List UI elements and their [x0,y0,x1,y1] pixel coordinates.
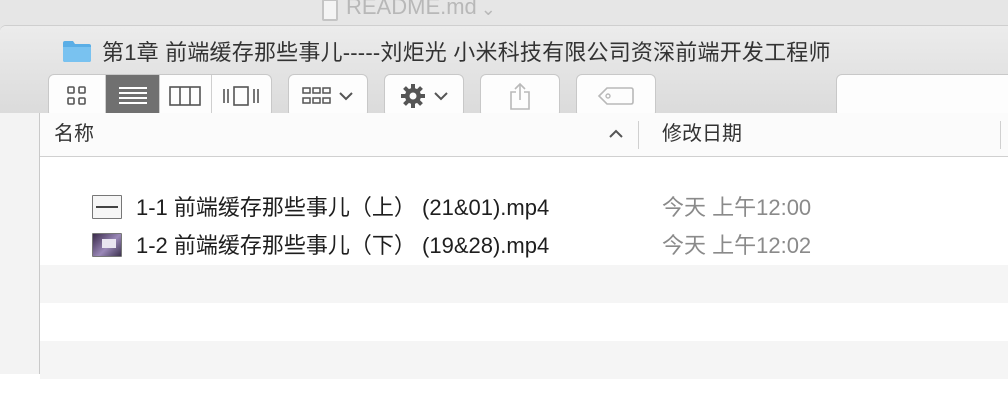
background-tab[interactable]: README.md ⌄ [322,0,554,28]
window-title-row: 第1章 前端缓存那些事儿-----刘炬光 小米科技有限公司资深前端开发工程师 [62,35,831,67]
file-list: 1-1 前端缓存那些事儿（上） (21&01).mp4 今天 上午12:00 1… [40,189,1008,417]
search-field[interactable] [836,74,1008,118]
empty-row [40,303,1008,341]
tags-button[interactable] [576,74,656,118]
cover-flow-icon [223,86,260,106]
share-icon [510,82,530,110]
arrange-icon [302,87,331,104]
document-icon [322,0,338,21]
chevron-down-icon [434,92,448,101]
folder-icon [63,41,91,62]
file-row[interactable]: 1-2 前端缓存那些事儿（下） (19&28).mp4 今天 上午12:02 [40,227,1008,265]
column-view-button[interactable] [160,75,212,117]
cover-flow-button[interactable] [212,75,271,117]
file-date-modified: 今天 上午12:00 [662,195,812,220]
column-header-date-modified[interactable]: 修改日期 [662,113,742,155]
video-thumbnail-icon [92,233,122,257]
empty-row [40,265,1008,303]
sidebar [0,113,40,374]
view-mode-control [48,74,272,118]
tag-icon [597,87,634,105]
arrange-button[interactable] [288,74,368,118]
icon-view-button[interactable] [49,75,107,117]
list-icon [118,87,147,104]
chevron-down-icon [339,92,353,101]
empty-row [40,379,1008,417]
grid-icon [67,86,87,105]
gear-icon [401,84,425,108]
column-header-name[interactable]: 名称 [54,113,94,155]
file-date-modified: 今天 上午12:02 [662,233,812,258]
column-header: 名称 修改日期 [40,113,1008,157]
file-name: 1-2 前端缓存那些事儿（下） (19&28).mp4 [136,233,550,258]
column-divider[interactable] [1000,121,1001,149]
columns-icon [169,86,202,106]
background-tab-label: README.md [346,0,477,19]
empty-row [40,341,1008,379]
file-row[interactable]: 1-1 前端缓存那些事儿（上） (21&01).mp4 今天 上午12:00 [40,189,1008,227]
video-thumbnail-icon [92,195,122,219]
window-title: 第1章 前端缓存那些事儿-----刘炬光 小米科技有限公司资深前端开发工程师 [102,40,831,65]
action-button[interactable] [384,74,464,118]
list-view-button[interactable] [106,75,160,117]
file-name: 1-1 前端缓存那些事儿（上） (21&01).mp4 [136,195,550,220]
share-button[interactable] [480,74,560,118]
column-divider[interactable] [638,121,639,149]
sort-ascending-icon[interactable] [608,126,624,142]
chevron-down-icon: ⌄ [480,0,496,19]
